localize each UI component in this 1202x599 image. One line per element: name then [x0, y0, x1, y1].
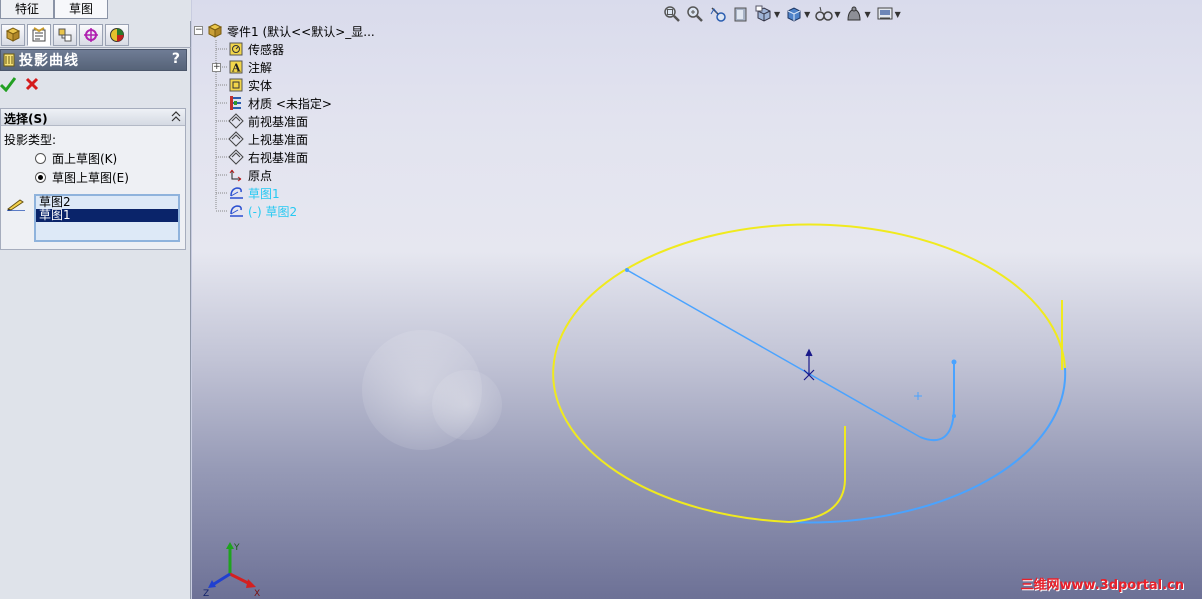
- property-manager-title: 投影曲线: [19, 53, 79, 69]
- feature-manager-tab[interactable]: [1, 24, 25, 46]
- collapse-up-icon[interactable]: [171, 109, 181, 126]
- feature-tree-icon: [5, 27, 21, 42]
- display-manager-icon: [110, 28, 124, 42]
- cancel-button[interactable]: [24, 76, 40, 97]
- svg-text:X: X: [254, 589, 260, 598]
- selection-group-box: 选择(S) 投影类型: 面上草图(K) 草图上草图(E) 草图2 草图1: [0, 108, 186, 250]
- radio-label: 面上草图(K): [52, 151, 118, 166]
- axis-triad: Y X Z: [203, 542, 260, 598]
- property-manager-icon: [32, 27, 46, 42]
- command-manager-tabs: 特征 草图: [0, 0, 191, 21]
- graphics-area[interactable]: ▼ ▼ ▼ ▼ ▼ − + 零件1 (默认<<默认>_显... 传感器 A 注解: [192, 0, 1202, 599]
- sketch-endpoint: [952, 414, 956, 418]
- radio-unchecked[interactable]: [35, 152, 46, 164]
- manager-tabs: [0, 22, 191, 48]
- sketch-canvas[interactable]: [192, 0, 1202, 599]
- selection-group-title: 选择(S): [4, 112, 48, 126]
- selection-group-header[interactable]: 选择(S): [1, 109, 185, 126]
- property-manager-header: 投影曲线 ?: [0, 49, 187, 71]
- radio-label: 草图上草图(E): [52, 170, 129, 185]
- check-icon: [0, 77, 17, 93]
- svg-text:Y: Y: [233, 543, 240, 553]
- radio-sketch-on-faces[interactable]: 面上草图(K): [35, 150, 117, 166]
- sketch-endpoint: [625, 268, 629, 272]
- radio-checked[interactable]: [35, 171, 46, 183]
- configuration-manager-tab[interactable]: [53, 24, 77, 46]
- list-item-selected[interactable]: 草图1: [36, 209, 178, 222]
- watermark-text: 三维网www.3dportal.cn: [1020, 578, 1184, 593]
- ellipse-sketch-curve: [788, 367, 1067, 524]
- projection-type-label: 投影类型:: [4, 133, 57, 147]
- selected-sketches-list[interactable]: 草图2 草图1: [34, 194, 180, 242]
- svg-text:Z: Z: [203, 589, 209, 598]
- radio-sketch-on-sketch[interactable]: 草图上草图(E): [35, 169, 129, 185]
- property-manager-actions: [0, 74, 60, 98]
- tab-features[interactable]: 特征: [0, 0, 54, 19]
- sketch-pencil-icon: [6, 197, 25, 214]
- property-manager-panel: 特征 草图 投影曲线 ? 选择(S) 投影类型: 面上草图(K) 草图上草图(E…: [0, 0, 191, 599]
- x-icon: [25, 77, 39, 91]
- property-manager-tab[interactable]: [27, 24, 51, 46]
- tab-sketch[interactable]: 草图: [54, 0, 108, 19]
- sketch-endpoint: [951, 359, 957, 365]
- projected-curve-icon: [3, 53, 15, 67]
- help-button[interactable]: ?: [172, 51, 180, 67]
- hook-highlighted-curve: [788, 426, 846, 523]
- configuration-icon: [58, 28, 72, 42]
- center-point-marker: [914, 392, 922, 400]
- dimxpert-icon: [84, 28, 98, 42]
- ok-button[interactable]: [0, 76, 17, 97]
- diagonal-sketch-line: [626, 269, 921, 438]
- j-sketch-curve: [919, 362, 955, 442]
- display-manager-tab[interactable]: [105, 24, 129, 46]
- dimxpert-manager-tab[interactable]: [79, 24, 103, 46]
